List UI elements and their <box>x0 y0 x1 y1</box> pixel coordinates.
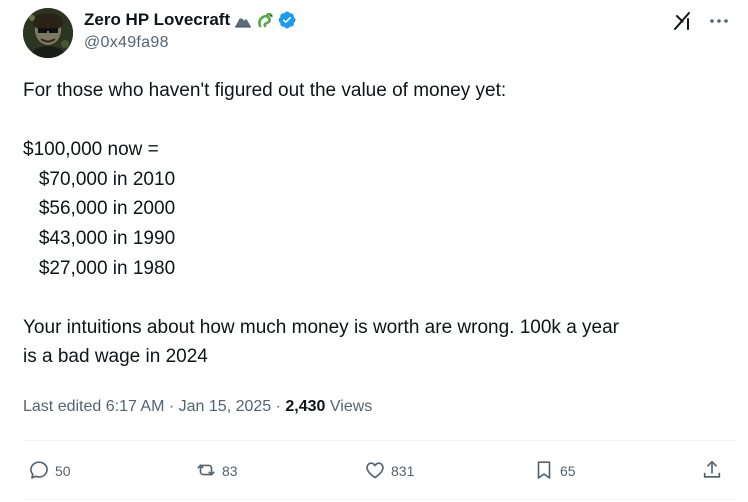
post-line-blank <box>23 283 723 313</box>
bookmark-button[interactable]: 65 <box>533 455 576 487</box>
more-icon[interactable] <box>708 10 730 32</box>
reply-icon <box>28 459 50 484</box>
post-line: $100,000 now = <box>23 139 159 161</box>
views-label: Views <box>325 398 373 415</box>
handle[interactable]: @0x49fa98 <box>84 34 297 52</box>
post-header: Zero HP Lovecraft @0x49fa98 <box>84 8 297 52</box>
grok-icon[interactable] <box>672 10 694 32</box>
tweet: Zero HP Lovecraft @0x49fa98 For those wh… <box>0 0 748 502</box>
snake-emoji-icon <box>256 11 274 29</box>
post-line: $43,000 in 1990 <box>23 227 176 249</box>
edited-timestamp[interactable]: Last edited 6:17 AM · Jan 15, 2025 · <box>23 398 285 415</box>
avatar[interactable] <box>23 8 73 58</box>
action-bar: 50 83 831 65 <box>0 455 748 487</box>
post-meta: Last edited 6:17 AM · Jan 15, 2025 · 2,4… <box>23 398 372 416</box>
post-line: $70,000 in 2010 <box>23 168 176 190</box>
like-count: 831 <box>391 463 415 479</box>
post-line: $56,000 in 2000 <box>23 198 176 220</box>
display-name[interactable]: Zero HP Lovecraft <box>84 10 230 30</box>
bottom-divider <box>23 499 735 500</box>
views-count: 2,430 <box>285 398 326 415</box>
post-line: Your intuitions about how much money is … <box>23 316 620 338</box>
share-icon <box>701 459 723 484</box>
post-line: $27,000 in 1980 <box>23 257 176 279</box>
repost-count: 83 <box>222 463 238 479</box>
heart-icon <box>364 459 386 484</box>
bookmark-icon <box>533 459 555 484</box>
divider <box>23 440 735 441</box>
repost-button[interactable]: 83 <box>195 455 238 487</box>
post-line: is a bad wage in 2024 <box>23 346 208 368</box>
post-line-blank <box>23 106 723 136</box>
avatar-image <box>23 8 73 58</box>
top-actions <box>672 10 730 32</box>
name-row: Zero HP Lovecraft <box>84 8 297 32</box>
like-button[interactable]: 831 <box>364 455 414 487</box>
share-button[interactable] <box>701 455 723 487</box>
mountain-emoji-icon <box>234 11 252 29</box>
verified-badge-icon[interactable] <box>277 10 297 30</box>
repost-icon <box>195 459 217 484</box>
reply-button[interactable]: 50 <box>28 455 71 487</box>
reply-count: 50 <box>55 463 71 479</box>
post-line: For those who haven't figured out the va… <box>23 80 507 101</box>
bookmark-count: 65 <box>560 463 576 479</box>
post-text: For those who haven't figured out the va… <box>23 76 723 372</box>
